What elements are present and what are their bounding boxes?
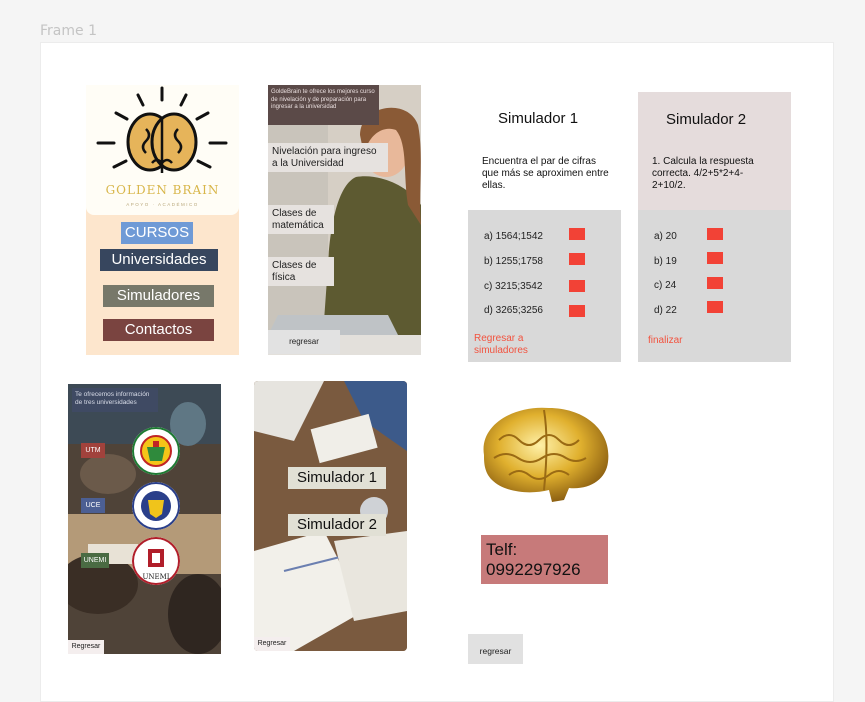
utm-tag[interactable]: UTM bbox=[81, 443, 105, 458]
answer-checkbox-c[interactable] bbox=[707, 277, 723, 289]
simulador1-question: Encuentra el par de cifras que más se ap… bbox=[482, 156, 609, 191]
simulador2-question: 1. Calcula la respuesta correcta. 4/2+5*… bbox=[652, 156, 754, 191]
universidades-button[interactable]: Universidades bbox=[100, 249, 218, 271]
answer-checkbox-c[interactable] bbox=[569, 280, 585, 292]
simuladores-screen: Simulador 1 Simulador 2 Regresar bbox=[254, 381, 407, 651]
universidades-screen: Te ofrecemos información de tres univers… bbox=[68, 384, 221, 654]
nivelacion-tag[interactable]: Nivelación para ingreso a la Universidad bbox=[268, 143, 388, 172]
option-c[interactable]: c) 24 bbox=[654, 280, 676, 291]
uce-tag[interactable]: UCE bbox=[81, 498, 105, 513]
regresar-button[interactable]: regresar bbox=[268, 330, 340, 354]
option-d[interactable]: d) 3265;3256 bbox=[484, 305, 543, 316]
telefono-number[interactable]: 0992297926 bbox=[486, 560, 603, 580]
simulador2-button[interactable]: Simulador 2 bbox=[288, 514, 386, 536]
simulador1-button[interactable]: Simulador 1 bbox=[288, 467, 386, 489]
regresar-simuladores-link[interactable]: Regresar a simuladores bbox=[474, 333, 554, 357]
universidades-info-text: Te ofrecemos información de tres univers… bbox=[72, 388, 158, 412]
uce-seal-icon[interactable] bbox=[132, 482, 180, 530]
simulador1-title: Simulador 1 bbox=[498, 110, 579, 127]
brain-logo-icon bbox=[96, 86, 228, 173]
option-b[interactable]: b) 19 bbox=[654, 256, 677, 267]
unemi-tag[interactable]: UNEMI bbox=[81, 553, 109, 568]
regresar-button[interactable]: regresar bbox=[468, 634, 523, 664]
answer-checkbox-d[interactable] bbox=[569, 305, 585, 317]
matematica-tag[interactable]: Clases de matemática bbox=[268, 205, 334, 234]
home-screen: GOLDEN BRAIN APOYO · ACADÉMICO CURSOS Un… bbox=[86, 85, 239, 355]
golden-brain-image bbox=[483, 407, 609, 502]
simulador2-title: Simulador 2 bbox=[666, 111, 747, 128]
telefono-panel: Telf: 0992297926 bbox=[481, 535, 608, 584]
answer-checkbox-d[interactable] bbox=[707, 301, 723, 313]
utm-seal-icon[interactable] bbox=[132, 427, 180, 475]
cursos-button[interactable]: CURSOS bbox=[121, 222, 193, 244]
telefono-label: Telf: bbox=[486, 540, 518, 559]
fisica-tag[interactable]: Clases de física bbox=[268, 257, 334, 286]
option-c[interactable]: c) 3215;3542 bbox=[484, 281, 542, 292]
frame-label[interactable]: Frame 1 bbox=[40, 23, 97, 39]
answer-checkbox-b[interactable] bbox=[707, 252, 723, 264]
answer-checkbox-a[interactable] bbox=[569, 228, 585, 240]
logo-area: GOLDEN BRAIN APOYO · ACADÉMICO bbox=[86, 85, 239, 215]
brand-subtitle: APOYO · ACADÉMICO bbox=[126, 202, 199, 207]
unemi-seal-icon[interactable]: UNEMI bbox=[132, 537, 180, 585]
answer-checkbox-b[interactable] bbox=[569, 253, 585, 265]
option-a[interactable]: a) 1564;1542 bbox=[484, 231, 543, 242]
answer-checkbox-a[interactable] bbox=[707, 228, 723, 240]
unemi-seal-word: UNEMI bbox=[142, 573, 169, 581]
option-b[interactable]: b) 1255;1758 bbox=[484, 256, 543, 267]
nivelacion-info-text: GoldeBrain te ofrece los mejores curso d… bbox=[268, 85, 379, 125]
finalizar-link[interactable]: finalizar bbox=[648, 335, 682, 347]
contactos-button[interactable]: Contactos bbox=[103, 319, 214, 341]
simuladores-button[interactable]: Simuladores bbox=[103, 285, 214, 307]
brand-name: GOLDEN BRAIN bbox=[105, 183, 220, 197]
regresar-button[interactable]: Regresar bbox=[254, 637, 290, 651]
option-a[interactable]: a) 20 bbox=[654, 231, 677, 242]
option-d[interactable]: d) 22 bbox=[654, 305, 677, 316]
regresar-button[interactable]: Regresar bbox=[68, 640, 104, 654]
design-canvas: Frame 1 GOLDEN BRAIN APOYO · ACADÉMICO C… bbox=[0, 0, 865, 702]
